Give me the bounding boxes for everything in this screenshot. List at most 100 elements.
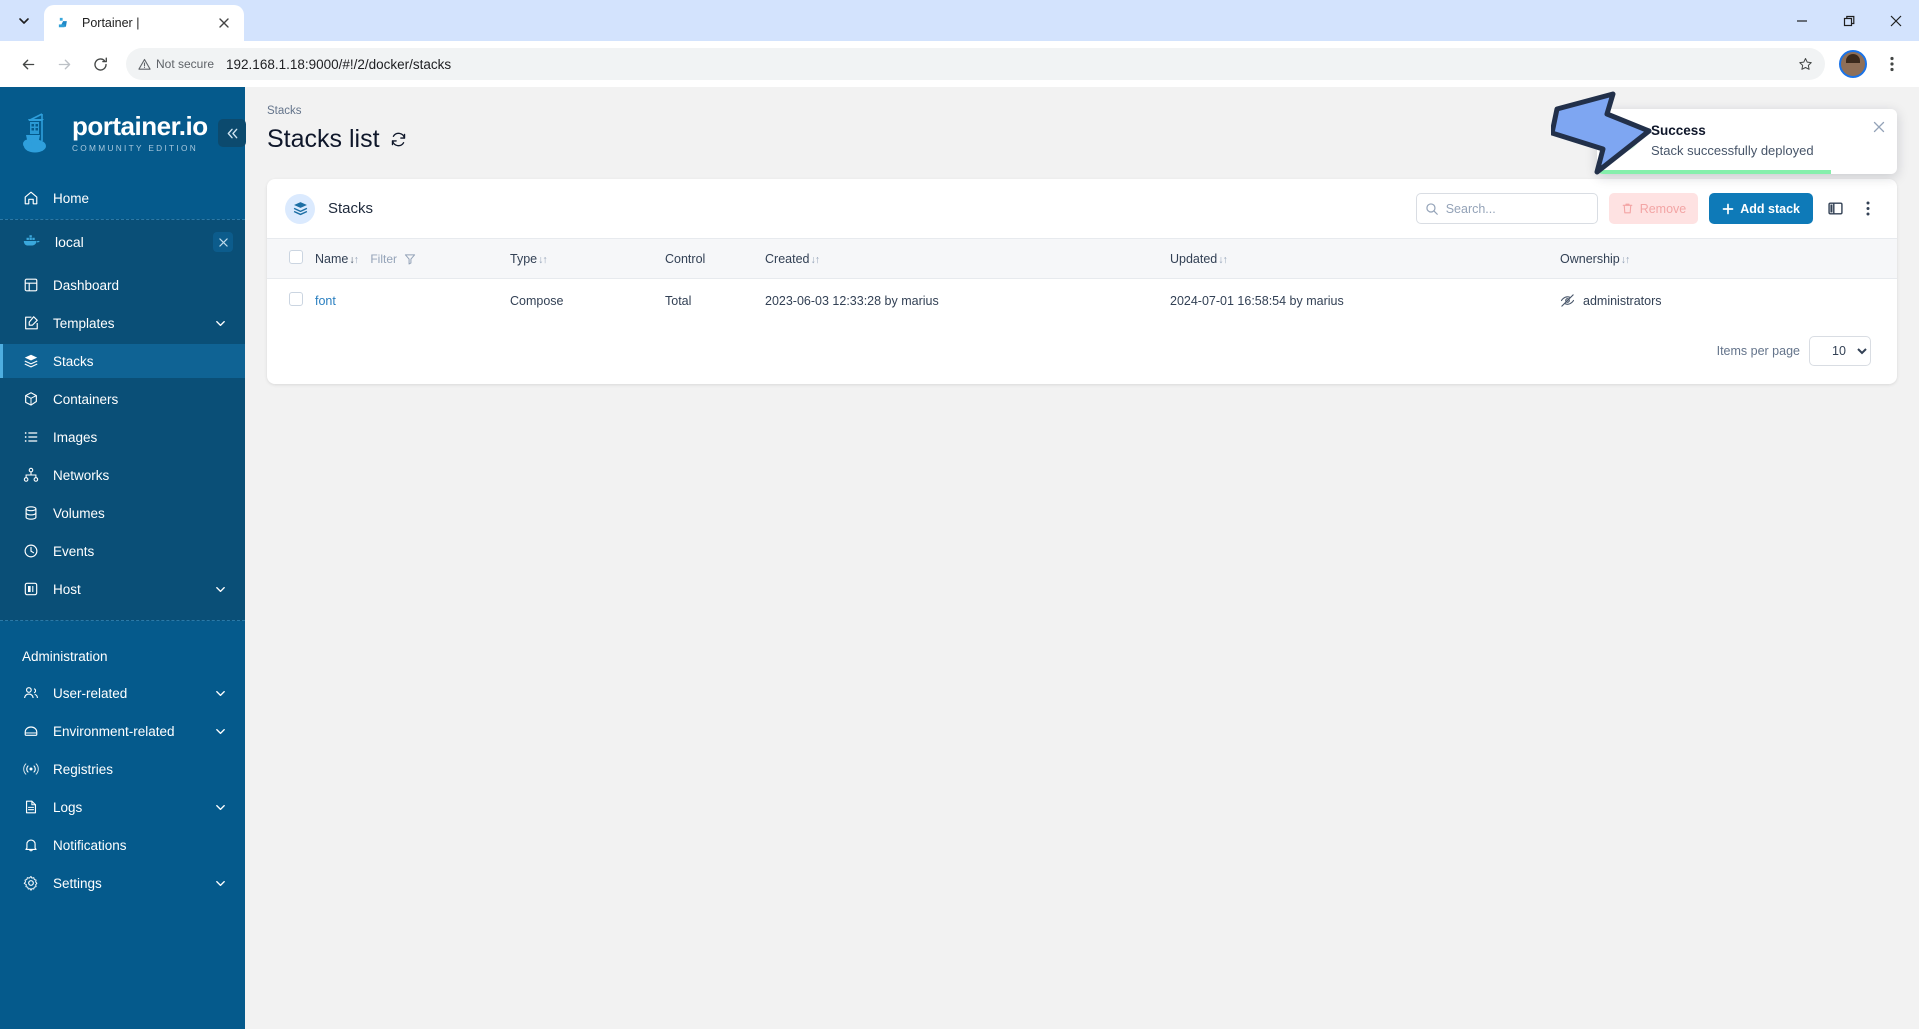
funnel-icon[interactable] — [404, 253, 416, 265]
eye-off-icon — [1560, 293, 1575, 308]
browser-tab[interactable]: Portainer | — [44, 5, 244, 41]
stack-name-link[interactable]: font — [315, 294, 336, 308]
chevron-down-icon[interactable] — [214, 687, 227, 700]
events-clock-icon — [22, 543, 39, 560]
sort-icon[interactable]: ↓↑ — [1621, 254, 1630, 266]
refresh-icon[interactable] — [390, 131, 407, 148]
stacks-card: Stacks R — [267, 179, 1897, 384]
sidebar-item-containers[interactable]: Containers — [0, 382, 245, 416]
stacks-table: Name↓↑ Filter Type↓↑ Control Created↓↑ U… — [267, 238, 1897, 322]
column-header-name[interactable]: Name↓↑ Filter — [315, 239, 510, 279]
sidebar-item-logs[interactable]: Logs — [0, 790, 245, 824]
select-all-checkbox[interactable] — [289, 250, 303, 264]
logo-subtitle: COMMUNITY EDITION — [72, 143, 199, 153]
toast-body: Success Stack successfully deployed — [1651, 123, 1814, 158]
sidebar-item-volumes[interactable]: Volumes — [0, 496, 245, 530]
docker-whale-icon — [22, 233, 42, 251]
cell-updated: 2024-07-01 16:58:54 by marius — [1170, 293, 1344, 308]
cell-type: Compose — [510, 293, 564, 308]
sidebar-item-images[interactable]: Images — [0, 420, 245, 454]
close-icon[interactable] — [1872, 0, 1919, 41]
trash-icon — [1621, 202, 1634, 215]
column-header-updated[interactable]: Updated↓↑ — [1170, 239, 1560, 279]
column-label: Ownership — [1560, 251, 1620, 266]
kebab-menu-icon[interactable] — [1857, 198, 1879, 220]
sidebar-item-label: Images — [53, 429, 98, 445]
minimize-icon[interactable] — [1778, 0, 1825, 41]
volumes-database-icon — [22, 505, 39, 522]
portainer-favicon — [56, 15, 73, 32]
chevron-down-icon[interactable] — [214, 801, 227, 814]
add-stack-button[interactable]: Add stack — [1709, 193, 1813, 224]
networks-icon — [22, 467, 39, 484]
chevron-down-icon[interactable] — [214, 317, 227, 330]
sidebar-item-home[interactable]: Home — [0, 181, 245, 215]
sidebar-item-dashboard[interactable]: Dashboard — [0, 268, 245, 302]
reload-icon[interactable] — [84, 48, 116, 80]
sidebar-item-label: Host — [53, 581, 81, 597]
window-controls — [1778, 0, 1919, 41]
chevron-down-icon[interactable] — [214, 725, 227, 738]
column-header-created[interactable]: Created↓↑ — [765, 239, 1170, 279]
environment-close-icon[interactable] — [213, 232, 233, 252]
chevron-down-icon[interactable] — [214, 877, 227, 890]
cell-created: 2023-06-03 12:33:28 by marius — [765, 293, 939, 308]
sidebar-item-registries[interactable]: Registries — [0, 752, 245, 786]
sidebar-item-networks[interactable]: Networks — [0, 458, 245, 492]
items-per-page-label: Items per page — [1716, 344, 1800, 358]
search-box[interactable] — [1415, 193, 1624, 224]
omnibox[interactable]: Not secure 192.168.1.18:9000/#!/2/docker… — [126, 48, 1825, 80]
avatar[interactable] — [1839, 50, 1867, 78]
row-select-cell[interactable] — [267, 279, 315, 323]
security-status[interactable]: Not secure — [138, 57, 214, 71]
restore-icon[interactable] — [1825, 0, 1872, 41]
items-per-page-select[interactable]: 10 — [1809, 336, 1871, 366]
tab-search-icon[interactable] — [6, 4, 42, 38]
remove-button[interactable]: Remove — [1608, 193, 1699, 224]
sidebar-item-user-related[interactable]: User-related — [0, 676, 245, 710]
filter-label[interactable]: Filter — [370, 252, 397, 266]
sort-icon[interactable]: ↓↑ — [1218, 254, 1227, 266]
portainer-logo[interactable]: portainer.io COMMUNITY EDITION — [0, 87, 245, 181]
kebab-menu-icon[interactable] — [1877, 49, 1907, 79]
star-icon[interactable] — [1791, 50, 1819, 78]
tab-close-icon[interactable] — [214, 13, 234, 33]
select-all-header[interactable] — [267, 239, 315, 279]
columns-layout-icon[interactable] — [1824, 198, 1846, 220]
sidebar-item-stacks[interactable]: Stacks — [0, 344, 245, 378]
host-icon — [22, 581, 39, 598]
toast-title: Success — [1651, 123, 1706, 138]
column-header-ownership[interactable]: Ownership↓↑ — [1560, 239, 1897, 279]
sidebar-item-settings[interactable]: Settings — [0, 866, 245, 900]
sidebar-item-templates[interactable]: Templates — [0, 306, 245, 340]
card-title: Stacks — [328, 200, 374, 217]
table-row[interactable]: font Compose Total 2023-06-03 12:33:28 b… — [267, 279, 1897, 323]
sidebar-item-notifications[interactable]: Notifications — [0, 828, 245, 862]
sort-icon[interactable]: ↓↑ — [810, 254, 819, 266]
sidebar-item-label: Logs — [53, 799, 83, 815]
page-title: Stacks list — [267, 125, 380, 153]
cell-name: font — [315, 279, 510, 323]
stacks-layers-icon — [285, 193, 315, 224]
toast-close-icon[interactable] — [1873, 121, 1885, 133]
sidebar-item-events[interactable]: Events — [0, 534, 245, 568]
home-icon — [22, 190, 39, 207]
search-input[interactable] — [1445, 201, 1607, 216]
logo-title: portainer.io — [72, 111, 208, 141]
sort-icon[interactable]: ↓↑ — [538, 254, 547, 266]
toast-message: Stack successfully deployed — [1651, 143, 1814, 158]
environment-icon — [22, 723, 39, 740]
sidebar-collapse-button[interactable] — [218, 119, 246, 147]
sidebar-environment-local[interactable]: local — [0, 226, 245, 258]
row-checkbox[interactable] — [289, 292, 303, 306]
sidebar-item-environment-related[interactable]: Environment-related — [0, 714, 245, 748]
chevron-down-icon[interactable] — [214, 583, 227, 596]
browser-toolbar: Not secure 192.168.1.18:9000/#!/2/docker… — [0, 41, 1919, 87]
sort-icon[interactable]: ↓↑ — [349, 254, 358, 266]
sidebar-item-host[interactable]: Host — [0, 572, 245, 606]
column-header-type[interactable]: Type↓↑ — [510, 239, 665, 279]
registries-radio-icon — [22, 761, 39, 778]
dashboard-icon — [22, 277, 39, 294]
back-arrow-icon[interactable] — [12, 48, 44, 80]
column-label: Updated — [1170, 251, 1218, 266]
